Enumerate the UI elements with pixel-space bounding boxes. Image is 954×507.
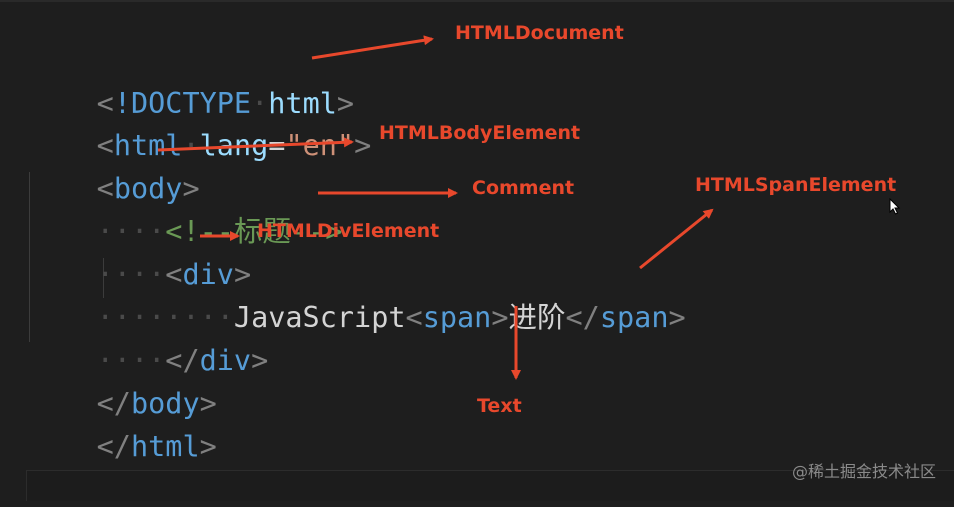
bracket: </ — [565, 301, 600, 334]
code-line-div-open: ····<div> — [28, 215, 251, 291]
code-line-body-open: <body> — [28, 129, 200, 205]
tag-name: html — [130, 430, 200, 463]
label-htmlbodyelement: HTMLBodyElement — [379, 122, 581, 144]
bracket: < — [405, 301, 423, 334]
bracket: > — [491, 301, 509, 334]
label-htmlspanelement: HTMLSpanElement — [695, 174, 897, 196]
label-htmldocument: HTMLDocument — [455, 22, 624, 44]
tag-name: span — [599, 301, 669, 334]
attr-name: lang — [199, 129, 269, 162]
code-line-body-close: </body> — [28, 344, 217, 420]
label-text: Text — [477, 395, 522, 417]
code-line-div-close: ····</div> — [28, 301, 269, 377]
code-line-html-open: <html·lang="en"> — [28, 86, 372, 162]
bracket: > — [354, 129, 372, 162]
mouse-cursor-icon — [889, 198, 901, 215]
code-editor[interactable]: <!DOCTYPE·html> <html·lang="en"> <body> … — [0, 0, 954, 500]
code-line-doctype: <!DOCTYPE·html> — [28, 44, 354, 120]
code-line-comment: ····<!--标题--> — [28, 172, 343, 248]
bracket: > — [199, 430, 217, 463]
span-text: 进阶 — [508, 301, 566, 334]
bracket: > — [668, 301, 686, 334]
tag-name: span — [422, 301, 492, 334]
code-line-html-close: </html> — [28, 387, 217, 463]
code-line-span: ········JavaScript<span>进阶</span> — [28, 258, 686, 334]
bracket: </ — [96, 430, 131, 463]
attr-value: "en" — [285, 129, 355, 162]
watermark: @稀土掘金技术社区 — [791, 462, 936, 481]
equals: = — [268, 129, 286, 162]
label-comment: Comment — [472, 177, 575, 199]
bracket: > — [251, 344, 269, 377]
label-htmldivelement: HTMLDivElement — [257, 220, 440, 242]
